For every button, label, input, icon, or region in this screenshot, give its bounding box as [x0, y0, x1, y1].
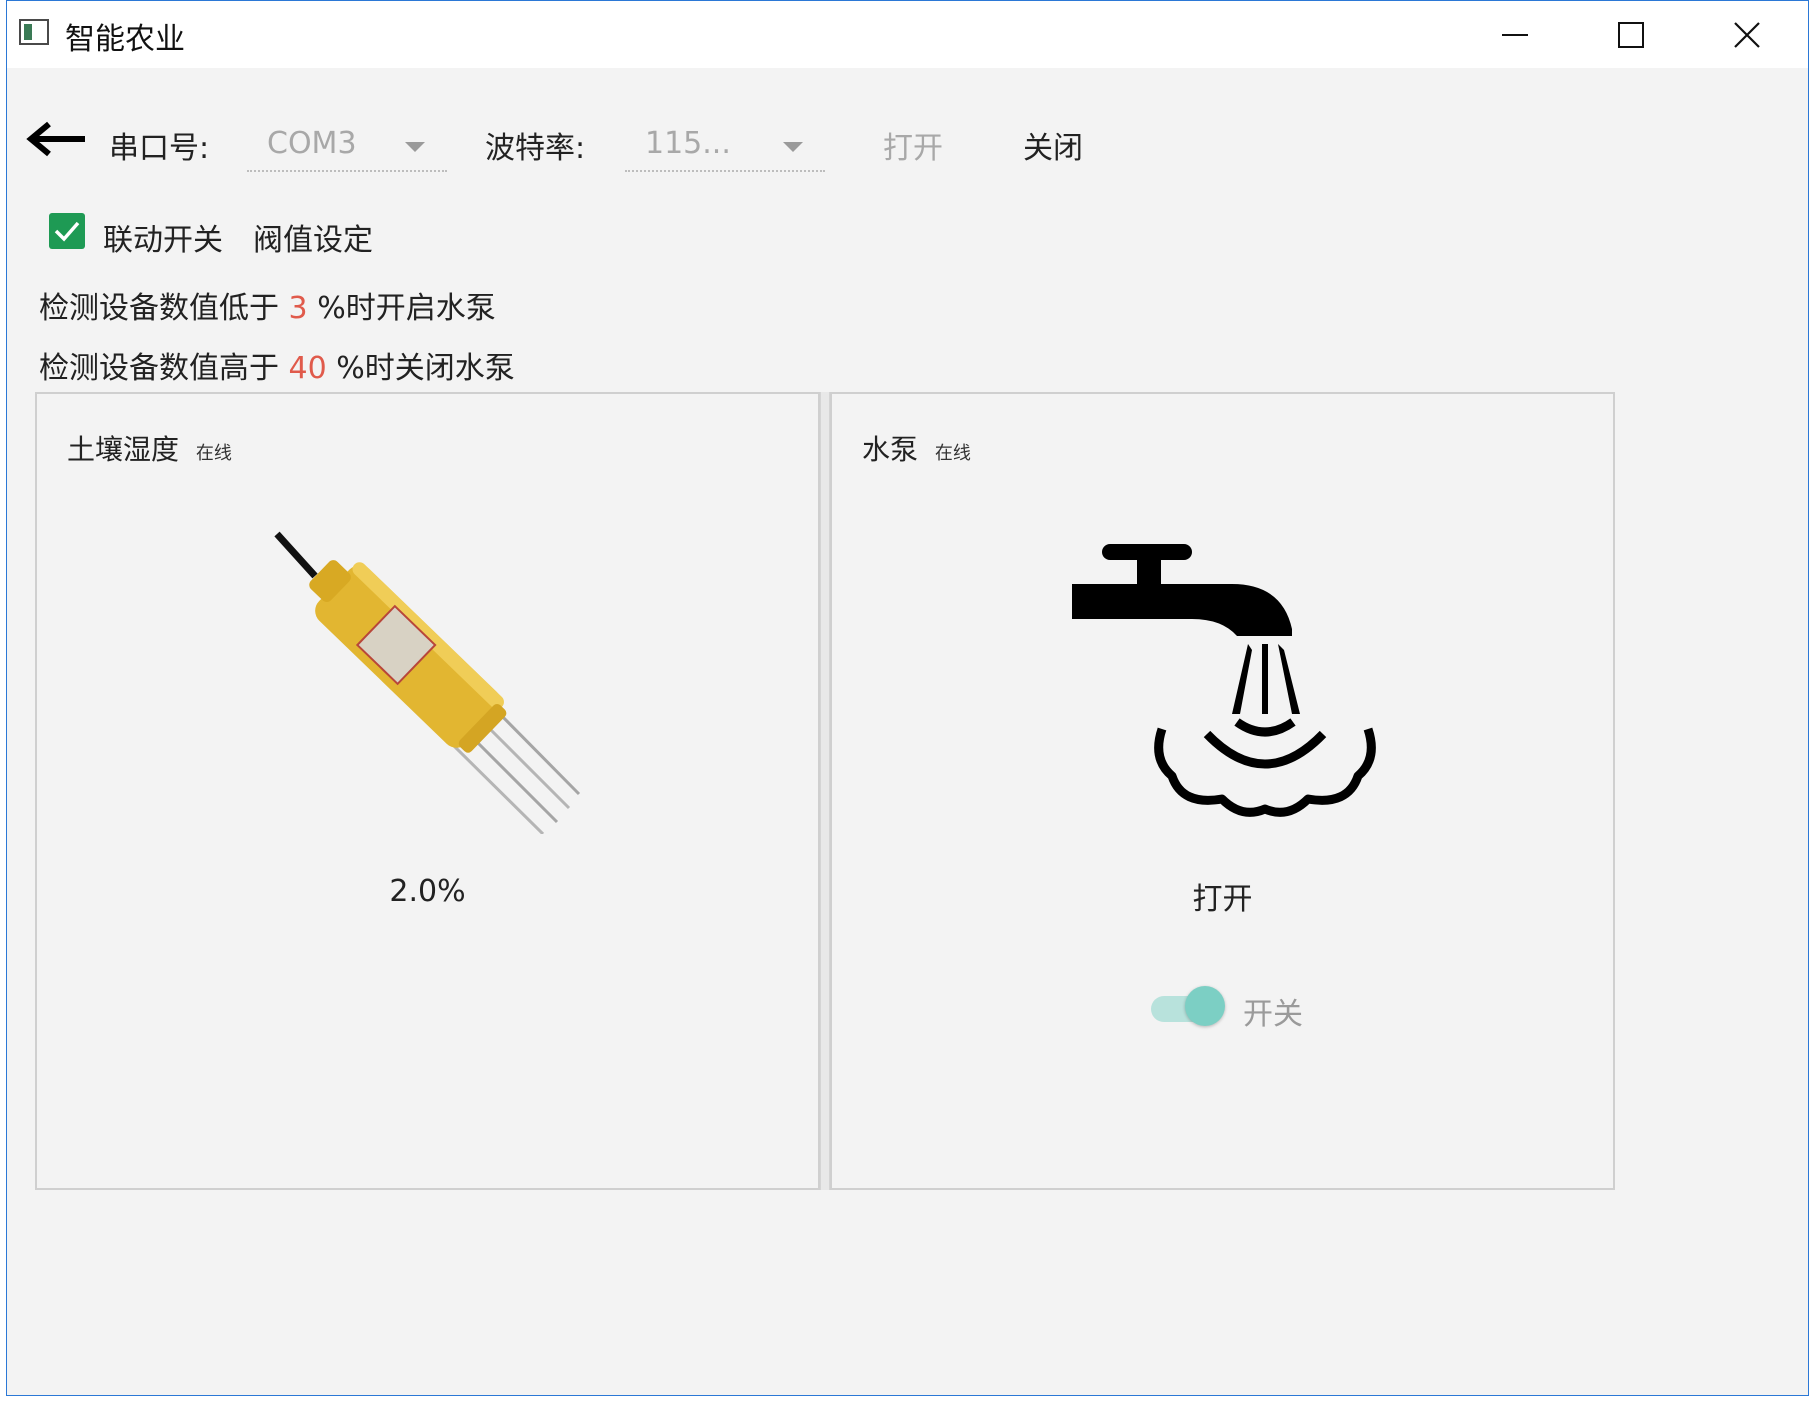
- water-faucet-icon: [1072, 544, 1376, 817]
- card-splitter[interactable]: [820, 392, 830, 1190]
- soil-moisture-value: 2.0%: [389, 874, 466, 909]
- port-label: 串口号:: [109, 131, 210, 166]
- linkage-checkbox[interactable]: [49, 213, 85, 249]
- app-icon: [19, 19, 49, 45]
- chevron-down-icon: [783, 142, 803, 152]
- port-select[interactable]: COM3: [247, 118, 447, 172]
- soil-card-title: 土壤湿度 在线: [67, 428, 232, 468]
- app-window: 智能农业 串口号: COM3 波特率: 115... 打开 关闭 联动开关 阀值…: [6, 0, 1809, 1396]
- minimize-icon: [1502, 33, 1528, 36]
- water-pump-card: 水泵 在线 打开: [830, 392, 1615, 1190]
- pump-state: 打开: [1192, 882, 1253, 917]
- soil-moisture-sensor-icon: [274, 531, 581, 834]
- pump-card-title: 水泵 在线: [862, 428, 971, 468]
- arrow-left-icon[interactable]: [25, 121, 87, 157]
- baud-label: 波特率:: [485, 131, 586, 166]
- soil-moisture-card: 土壤湿度 在线 2.0%: [35, 392, 820, 1190]
- window-title: 智能农业: [65, 22, 185, 57]
- threshold-high-suffix: %时关闭水泵: [336, 351, 515, 386]
- close-button[interactable]: [1689, 1, 1805, 68]
- open-port-button[interactable]: 打开: [883, 123, 943, 167]
- close-icon: [1734, 21, 1760, 48]
- threshold-high-prefix: 检测设备数值高于: [39, 351, 279, 386]
- maximize-icon: [1618, 21, 1644, 48]
- threshold-low-suffix: %时开启水泵: [317, 291, 496, 326]
- port-value: COM3: [267, 126, 357, 161]
- title-bar[interactable]: 智能农业: [7, 1, 1808, 68]
- minimize-button[interactable]: [1457, 1, 1573, 68]
- pump-switch-label: 开关: [1243, 997, 1303, 1032]
- soil-title: 土壤湿度: [67, 433, 180, 466]
- soil-status: 在线: [195, 443, 232, 464]
- close-port-button[interactable]: 关闭: [1023, 123, 1083, 167]
- linkage-label[interactable]: 联动开关: [103, 215, 223, 259]
- baud-value: 115...: [645, 126, 731, 161]
- pump-switch-knob[interactable]: [1185, 986, 1225, 1026]
- threshold-low-value[interactable]: 3: [289, 291, 308, 326]
- threshold-low-prefix: 检测设备数值低于: [39, 291, 279, 326]
- baud-select[interactable]: 115...: [625, 118, 825, 172]
- pump-status: 在线: [934, 443, 971, 464]
- threshold-high-value[interactable]: 40: [289, 351, 327, 386]
- maximize-button[interactable]: [1573, 1, 1689, 68]
- checkmark-icon: [54, 221, 80, 242]
- threshold-low-line: 检测设备数值低于 3 %时开启水泵: [39, 283, 496, 327]
- chevron-down-icon: [405, 142, 425, 152]
- threshold-settings-button[interactable]: 阀值设定: [253, 215, 373, 259]
- threshold-high-line: 检测设备数值高于 40 %时关闭水泵: [39, 343, 515, 387]
- pump-title: 水泵: [862, 433, 919, 466]
